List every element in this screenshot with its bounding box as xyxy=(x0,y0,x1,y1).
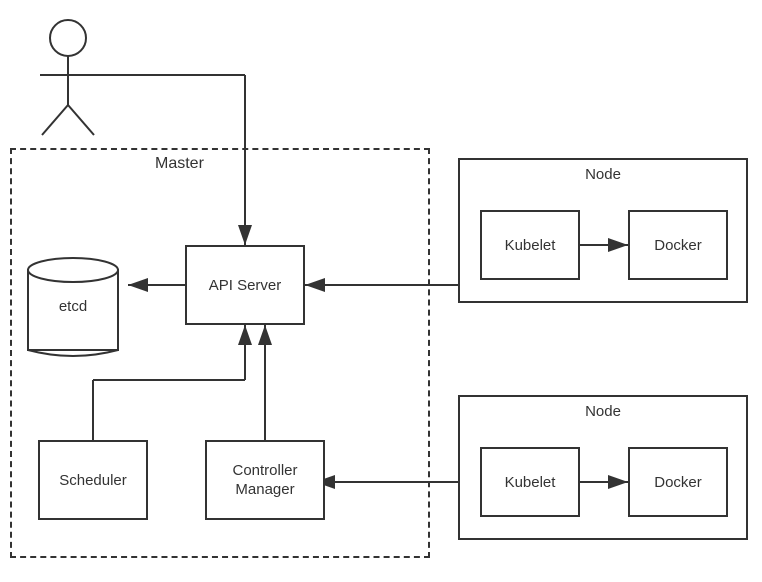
master-label: Master xyxy=(155,155,204,173)
controller-manager-label: ControllerManager xyxy=(232,461,297,500)
architecture-diagram: Master Node Node etcd API Server Schedul… xyxy=(0,0,762,582)
scheduler-box: Scheduler xyxy=(38,440,148,520)
kubelet1-label: Kubelet xyxy=(505,237,556,254)
docker-box-1: Docker xyxy=(628,210,728,280)
kubelet-box-2: Kubelet xyxy=(480,447,580,517)
docker-box-2: Docker xyxy=(628,447,728,517)
kubelet2-label: Kubelet xyxy=(505,474,556,491)
node1-label: Node xyxy=(460,160,746,183)
scheduler-label: Scheduler xyxy=(59,472,127,489)
api-server-label: API Server xyxy=(209,277,282,294)
docker1-label: Docker xyxy=(654,237,702,254)
kubelet-box-1: Kubelet xyxy=(480,210,580,280)
controller-manager-box: ControllerManager xyxy=(205,440,325,520)
api-server-box: API Server xyxy=(185,245,305,325)
node2-label: Node xyxy=(460,397,746,420)
docker2-label: Docker xyxy=(654,474,702,491)
etcd-label: etcd xyxy=(28,298,118,315)
